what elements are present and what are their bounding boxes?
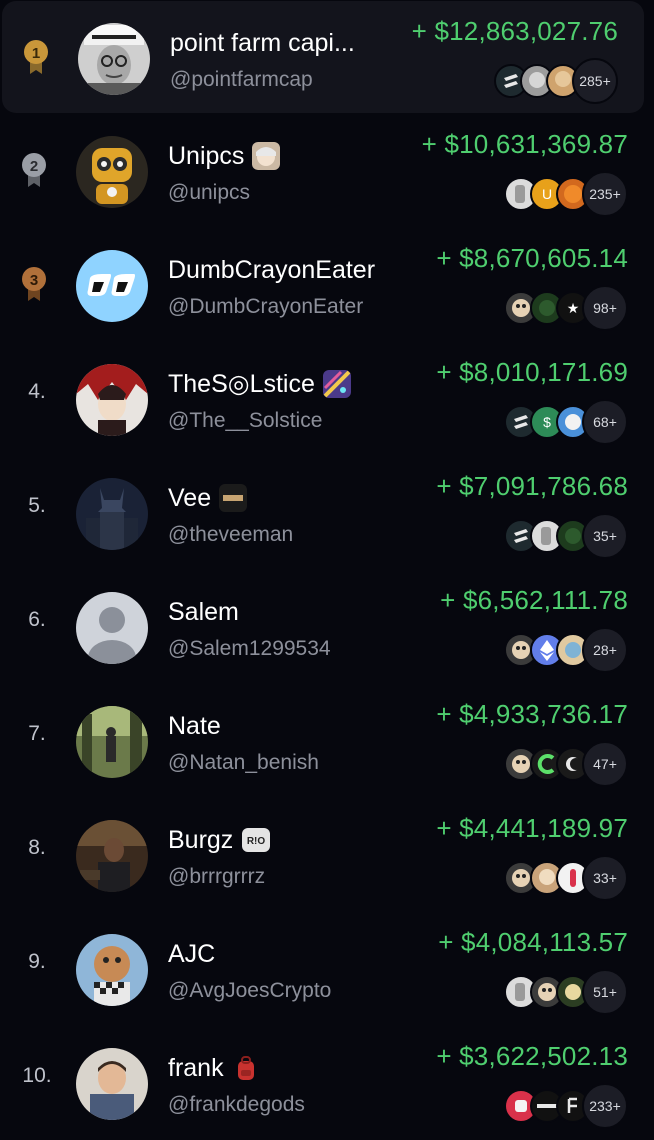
token-stack[interactable]: 233+ — [504, 1083, 628, 1129]
pnl-value: + $3,622,502.13 — [436, 1041, 628, 1071]
dark-logo-emoji-icon — [219, 484, 248, 512]
leaderboard-row[interactable]: 6. Salem @Salem1299534 + $6,562,111.78 2… — [0, 570, 654, 684]
trader-handle[interactable]: @pointfarmcap — [170, 68, 313, 92]
leaderboard-row[interactable]: 3 DumbCrayonEater @DumbCrayonEater + $8,… — [0, 228, 654, 342]
trader-handle[interactable]: @frankdegods — [168, 1093, 305, 1117]
token-count[interactable]: 28+ — [582, 627, 628, 673]
bronze-medal-icon: 3 — [20, 264, 54, 304]
trader-name[interactable]: TheS◎Lstice — [168, 369, 315, 399]
pnl-value: + $7,091,786.68 — [436, 471, 628, 501]
avatar[interactable] — [76, 478, 148, 550]
leaderboard-row[interactable]: 9. AJC @AvgJoesCrypto + $4,084,113.57 51… — [0, 912, 654, 1026]
token-count[interactable]: 285+ — [572, 58, 618, 104]
rank-number: 7. — [28, 722, 46, 745]
silver-medal-icon: 2 — [20, 150, 54, 190]
token-count[interactable]: 47+ — [582, 741, 628, 787]
trader-handle[interactable]: @theveeman — [168, 523, 293, 547]
token-stack[interactable]: 51+ — [504, 969, 628, 1015]
pnl-value: + $12,863,027.76 — [411, 16, 618, 46]
token-stack[interactable]: 47+ — [504, 741, 628, 787]
pnl-value: + $8,670,605.14 — [436, 243, 628, 273]
rank-number: 9. — [28, 950, 46, 973]
rank-number: 10. — [22, 1064, 52, 1087]
leaderboard-row[interactable]: 4. TheS◎Lstice @The__Solstice + $8,010,1… — [0, 342, 654, 456]
trader-name[interactable]: Unipcs — [168, 142, 244, 171]
trader-name[interactable]: point farm capi... — [170, 29, 355, 58]
rank-number: 3 — [30, 272, 38, 289]
svg-text:U: U — [542, 186, 552, 202]
avatar[interactable] — [76, 250, 148, 322]
token-count[interactable]: 233+ — [582, 1083, 628, 1129]
avatar[interactable] — [76, 706, 148, 778]
rank-number: 6. — [28, 608, 46, 631]
trader-name[interactable]: DumbCrayonEater — [168, 256, 375, 285]
avatar[interactable] — [76, 934, 148, 1006]
leaderboard-row[interactable]: 5. Vee @theveeman + $7,091,786.68 35+ — [0, 456, 654, 570]
trader-name[interactable]: Nate — [168, 712, 221, 741]
galaxy-emoji-icon — [322, 370, 351, 398]
rank-number: 4. — [28, 380, 46, 403]
svg-text:R!O: R!O — [247, 836, 266, 847]
pnl-value: + $10,631,369.87 — [421, 129, 628, 159]
token-count[interactable]: 35+ — [582, 513, 628, 559]
token-count[interactable]: 68+ — [582, 399, 628, 445]
svg-text:★: ★ — [567, 301, 580, 317]
pnl-value: + $4,933,736.17 — [436, 699, 628, 729]
avatar[interactable] — [76, 136, 148, 208]
avatar[interactable] — [76, 364, 148, 436]
trader-handle[interactable]: @DumbCrayonEater — [168, 295, 363, 319]
pnl-value: + $4,084,113.57 — [438, 927, 628, 957]
token-stack[interactable]: 285+ — [494, 58, 618, 104]
default-avatar-icon[interactable] — [76, 592, 148, 664]
avatar[interactable] — [78, 23, 150, 95]
token-stack[interactable]: U 235+ — [504, 171, 628, 217]
token-stack[interactable]: 35+ — [504, 513, 628, 559]
token-count[interactable]: 33+ — [582, 855, 628, 901]
trader-handle[interactable]: @The__Solstice — [168, 409, 322, 433]
trader-name[interactable]: Salem — [168, 598, 239, 627]
trader-handle[interactable]: @Natan_benish — [168, 751, 319, 775]
leaderboard-list: 1 point farm capi... @pointfarmcap + $12… — [0, 0, 654, 1136]
rank-number: 5. — [28, 494, 46, 517]
leaderboard-row[interactable]: 8. Burgz R!O @brrrgrrrz + $4,441,189.97 … — [0, 798, 654, 912]
trader-handle[interactable]: @AvgJoesCrypto — [168, 979, 331, 1003]
leaderboard-row[interactable]: 10. frank @frankdegods + $3,622,502.13 2… — [0, 1026, 654, 1140]
token-count[interactable]: 98+ — [582, 285, 628, 331]
token-stack[interactable]: 33+ — [504, 855, 628, 901]
trader-handle[interactable]: @Salem1299534 — [168, 637, 331, 661]
gold-medal-icon: 1 — [22, 37, 56, 77]
pnl-value: + $4,441,189.97 — [436, 813, 628, 843]
red-backpack-emoji-icon — [232, 1054, 260, 1082]
token-count[interactable]: 51+ — [582, 969, 628, 1015]
avatar[interactable] — [76, 1048, 148, 1120]
avatar[interactable] — [76, 820, 148, 892]
svg-text:$: $ — [543, 414, 551, 430]
token-stack[interactable]: 28+ — [504, 627, 628, 673]
token-stack[interactable]: ★ 98+ — [504, 285, 628, 331]
trader-name[interactable]: Burgz — [168, 826, 233, 855]
rank-number: 1 — [32, 45, 40, 62]
pnl-value: + $6,562,111.78 — [440, 585, 628, 615]
anime-face-emoji-icon — [252, 142, 281, 170]
token-count[interactable]: 235+ — [582, 171, 628, 217]
trader-handle[interactable]: @unipcs — [168, 181, 250, 205]
leaderboard-row[interactable]: 1 point farm capi... @pointfarmcap + $12… — [2, 1, 644, 113]
trader-name[interactable]: Vee — [168, 484, 211, 513]
token-stack[interactable]: $ 68+ — [504, 399, 628, 445]
rio-badge-icon: R!O — [241, 827, 271, 853]
trader-name[interactable]: AJC — [168, 940, 215, 969]
leaderboard-row[interactable]: 7. Nate @Natan_benish + $4,933,736.17 47… — [0, 684, 654, 798]
trader-handle[interactable]: @brrrgrrrz — [168, 865, 265, 889]
pnl-value: + $8,010,171.69 — [436, 357, 628, 387]
rank-number: 2 — [30, 158, 38, 175]
rank-number: 8. — [28, 836, 46, 859]
leaderboard-row[interactable]: 2 Unipcs @unipcs + $10,631,369.87 U 235+ — [0, 114, 654, 228]
trader-name[interactable]: frank — [168, 1054, 224, 1083]
